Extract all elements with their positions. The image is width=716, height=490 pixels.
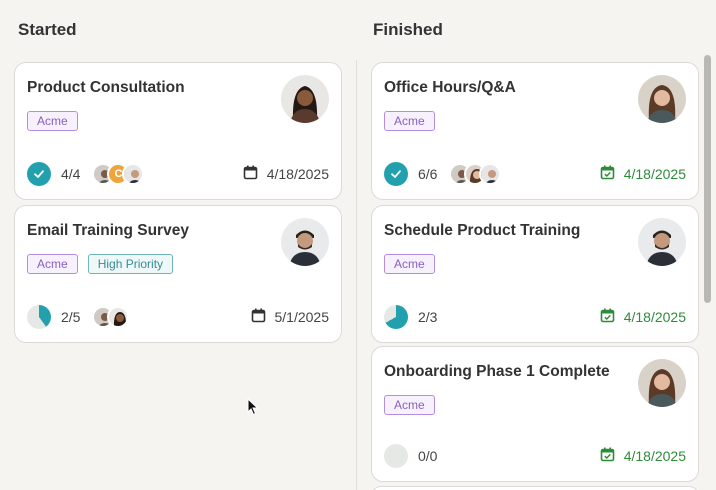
- progress-complete-check-icon[interactable]: [384, 162, 408, 186]
- assignee-avatars[interactable]: [92, 306, 130, 328]
- column-title-finished: Finished: [373, 20, 443, 39]
- avatar: [638, 359, 686, 407]
- task-count: 2/5: [61, 309, 81, 325]
- due-date-text: 4/18/2025: [623, 309, 686, 325]
- task-count: 2/3: [418, 309, 438, 325]
- assignee-avatar: [479, 163, 502, 185]
- due-date-text: 4/18/2025: [623, 448, 686, 464]
- tag-acme[interactable]: Acme: [384, 254, 435, 274]
- avatar: [638, 218, 686, 266]
- cursor-icon: [247, 397, 259, 421]
- due-date[interactable]: 4/18/2025: [600, 447, 686, 465]
- card-title: Email Training Survey: [27, 222, 189, 239]
- tag-acme[interactable]: Acme: [27, 111, 78, 131]
- card-title: Schedule Product Training: [384, 222, 581, 239]
- scrollbar[interactable]: [704, 55, 711, 303]
- avatar: [281, 218, 329, 266]
- progress-pie-icon[interactable]: [384, 305, 408, 329]
- task-count: 6/6: [418, 166, 438, 182]
- task-card[interactable]: Product Consultation Acme 4/4 C 4/18/202…: [14, 62, 342, 200]
- calendar-check-icon: [600, 165, 615, 183]
- due-date[interactable]: 4/18/2025: [600, 165, 686, 183]
- task-card[interactable]: Email Training Survey Acme High Priority…: [14, 205, 342, 343]
- column-title-started: Started: [18, 20, 77, 39]
- calendar-icon: [243, 165, 258, 183]
- column-divider: [356, 60, 357, 490]
- calendar-check-icon: [600, 447, 615, 465]
- assignee-avatars[interactable]: [449, 163, 502, 185]
- task-card-partial[interactable]: [371, 486, 699, 490]
- due-date[interactable]: 4/18/2025: [600, 308, 686, 326]
- progress-pie-icon[interactable]: [27, 305, 51, 329]
- assignee-avatar: [107, 306, 130, 328]
- task-card[interactable]: Schedule Product Training Acme 2/3 4/18/…: [371, 205, 699, 343]
- task-card[interactable]: Onboarding Phase 1 Complete Acme 0/0 4/1…: [371, 346, 699, 482]
- avatar: [281, 75, 329, 123]
- tag-acme[interactable]: Acme: [384, 111, 435, 131]
- progress-complete-check-icon[interactable]: [27, 162, 51, 186]
- due-date-text: 4/18/2025: [266, 166, 329, 182]
- due-date[interactable]: 5/1/2025: [251, 308, 330, 326]
- calendar-check-icon: [600, 308, 615, 326]
- tag-acme[interactable]: Acme: [27, 254, 78, 274]
- due-date-text: 4/18/2025: [623, 166, 686, 182]
- due-date[interactable]: 4/18/2025: [243, 165, 329, 183]
- task-card[interactable]: Office Hours/Q&A Acme 6/6 4/18/2025: [371, 62, 699, 200]
- assignee-avatar: [122, 163, 145, 185]
- progress-empty-icon[interactable]: [384, 444, 408, 468]
- card-title: Product Consultation: [27, 79, 185, 96]
- task-count: 0/0: [418, 448, 438, 464]
- avatar: [638, 75, 686, 123]
- card-title: Office Hours/Q&A: [384, 79, 516, 96]
- task-count: 4/4: [61, 166, 81, 182]
- card-title: Onboarding Phase 1 Complete: [384, 363, 610, 380]
- assignee-avatars[interactable]: C: [92, 163, 145, 185]
- calendar-icon: [251, 308, 266, 326]
- tag-acme[interactable]: Acme: [384, 395, 435, 415]
- tag-high-priority[interactable]: High Priority: [87, 254, 174, 274]
- due-date-text: 5/1/2025: [274, 309, 330, 325]
